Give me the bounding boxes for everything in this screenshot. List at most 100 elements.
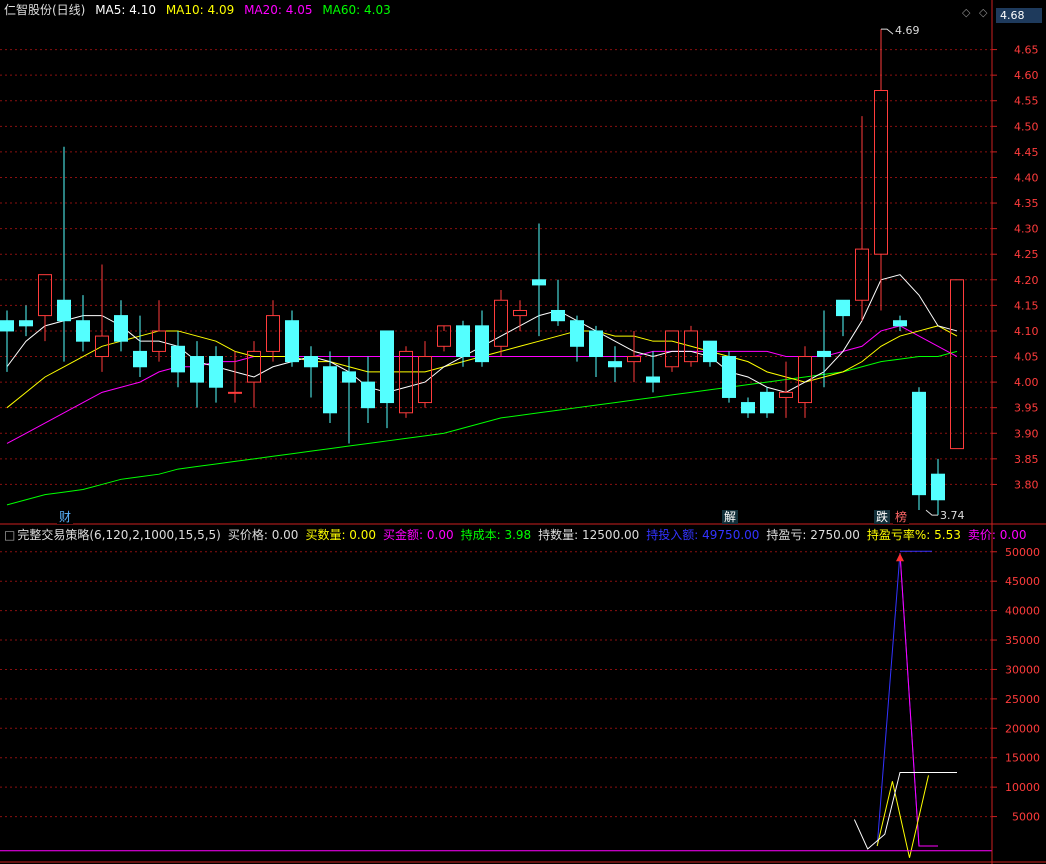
stock-title: 仁智股份(日线)	[4, 3, 86, 17]
indicator-label: 持盈亏率%: 5.53	[866, 528, 961, 542]
y-tick-label: 4.60	[1014, 69, 1039, 82]
candle-up	[494, 299, 508, 347]
y-tick-label: 4.40	[1014, 171, 1039, 184]
menu-square-icon[interactable]: □	[4, 528, 15, 542]
ma-label: MA10: 4.09	[165, 3, 235, 17]
indicator-series	[899, 553, 938, 847]
indicator-label: 持投入额: 49750.00	[646, 528, 760, 542]
indicator-label: 卖价: 0.00	[967, 528, 1027, 542]
y-tick-label: 3.85	[1014, 453, 1039, 466]
y-tick-label: 4.25	[1014, 248, 1039, 261]
y-tick-label: 4.15	[1014, 299, 1039, 312]
indicator-grid	[0, 551, 992, 818]
ma-label: MA20: 4.05	[244, 3, 313, 17]
event-marker-fall[interactable]: 跌	[874, 510, 891, 524]
moving-average-lines	[6, 274, 958, 506]
y-tick-label: 4.35	[1014, 197, 1039, 210]
event-marker-ranking[interactable]: 榜	[893, 510, 910, 524]
indicator-label: 买数量: 0.00	[305, 528, 377, 542]
candle-up	[665, 330, 679, 368]
chart-frame	[0, 0, 1046, 864]
y-tick-label: 35000	[1005, 634, 1040, 647]
indicator-series	[853, 771, 957, 850]
candle-down	[570, 320, 584, 347]
candle-down	[722, 356, 736, 398]
candlestick-series[interactable]: 4.69 3.74	[0, 24, 965, 522]
candle-down	[836, 299, 850, 317]
y-tick-label: 25000	[1005, 693, 1040, 706]
candle-up	[779, 391, 793, 398]
y-tick-label: 4.55	[1014, 95, 1039, 108]
candle-up	[38, 274, 52, 317]
candle-down	[703, 340, 717, 363]
buy-arrow-icon	[896, 553, 904, 562]
indicator-label: 买金额: 0.00	[383, 528, 454, 542]
candle-down	[342, 371, 356, 383]
diamond-icon[interactable]: ◇	[979, 6, 987, 19]
high-price-label: 4.69	[895, 24, 920, 37]
indicator-label: 买价格: 0.00	[227, 528, 299, 542]
y-tick-label: 20000	[1005, 722, 1040, 735]
candle-down	[0, 320, 14, 332]
candle-down	[893, 320, 907, 327]
candle-down	[304, 356, 318, 368]
indicator-header: □ 完整交易策略(6,120,2,1000,15,5,5) 买价格: 0.00 买数量…	[4, 527, 1033, 543]
candle-up	[266, 315, 280, 352]
indicator-label: 持成本: 3.98	[460, 528, 532, 542]
y-tick-label: 4.45	[1014, 146, 1039, 159]
candle-up	[228, 391, 242, 394]
indicator-lines	[0, 550, 992, 858]
y-tick-label: 10000	[1005, 781, 1040, 794]
candle-down	[209, 356, 223, 388]
low-price-label: 3.74	[940, 509, 965, 522]
candle-down	[608, 361, 622, 368]
indicator-label: 完整交易策略(6,120,2,1000,15,5,5)	[17, 528, 221, 542]
y-tick-label: 3.95	[1014, 402, 1039, 415]
candle-down	[285, 320, 299, 363]
indicator-label: 持数量: 12500.00	[538, 528, 640, 542]
diamond-icon[interactable]: ◇	[962, 6, 970, 19]
y-tick-label: 4.30	[1014, 223, 1039, 236]
y-tick-label: 4.20	[1014, 274, 1039, 287]
indicator-label: 持盈亏: 2750.00	[766, 528, 860, 542]
candle-down	[380, 330, 394, 404]
candle-up	[418, 356, 432, 404]
candle-down	[76, 320, 90, 342]
y-tick-label: 4.65	[1014, 44, 1039, 57]
y-tick-label: 45000	[1005, 575, 1040, 588]
candle-up	[855, 248, 869, 301]
y-tick-label: 4.50	[1014, 120, 1039, 133]
high-pointer	[881, 28, 894, 35]
y-tick-label: 50000	[1005, 546, 1040, 559]
event-marker-unlock[interactable]: 解	[722, 510, 739, 524]
y-tick-label: 4.10	[1014, 325, 1039, 338]
candle-down	[589, 330, 603, 358]
y-tick-label: 30000	[1005, 663, 1040, 676]
candle-down	[912, 391, 926, 496]
y-tick-label: 3.80	[1014, 478, 1039, 491]
candle-down	[171, 345, 185, 373]
candle-up	[627, 356, 641, 363]
low-pointer	[925, 509, 938, 516]
candle-down	[323, 366, 337, 414]
candle-down	[57, 299, 71, 322]
y-tick-label: 5000	[1012, 811, 1040, 824]
ma-label: MA5: 4.10	[95, 3, 156, 17]
candle-down	[817, 350, 831, 358]
chart-canvas[interactable]: 4.69 3.74 3.80 3.85 3.90 3.95 4.00 4.05 4.10 4.1…	[0, 0, 1046, 864]
candle-up	[513, 309, 527, 317]
candle-down	[19, 320, 33, 327]
candle-down	[532, 279, 546, 286]
y-tick-label: 40000	[1005, 605, 1040, 618]
y-tick-label: 3.90	[1014, 427, 1039, 440]
y-axis-labels: 3.80 3.85 3.90 3.95 4.00 4.05 4.10 4.15 4.20 4.25…	[992, 44, 1040, 824]
y-tick-label: 4.00	[1014, 376, 1039, 389]
indicator-series	[876, 553, 920, 847]
y-tick-label: 4.05	[1014, 351, 1039, 364]
candle-down	[190, 356, 204, 383]
event-marker-finance[interactable]: 财	[57, 510, 74, 524]
ma60-line	[6, 350, 958, 506]
candle-down	[114, 315, 128, 342]
candle-down	[133, 350, 147, 368]
y-tick-label: 15000	[1005, 752, 1040, 765]
